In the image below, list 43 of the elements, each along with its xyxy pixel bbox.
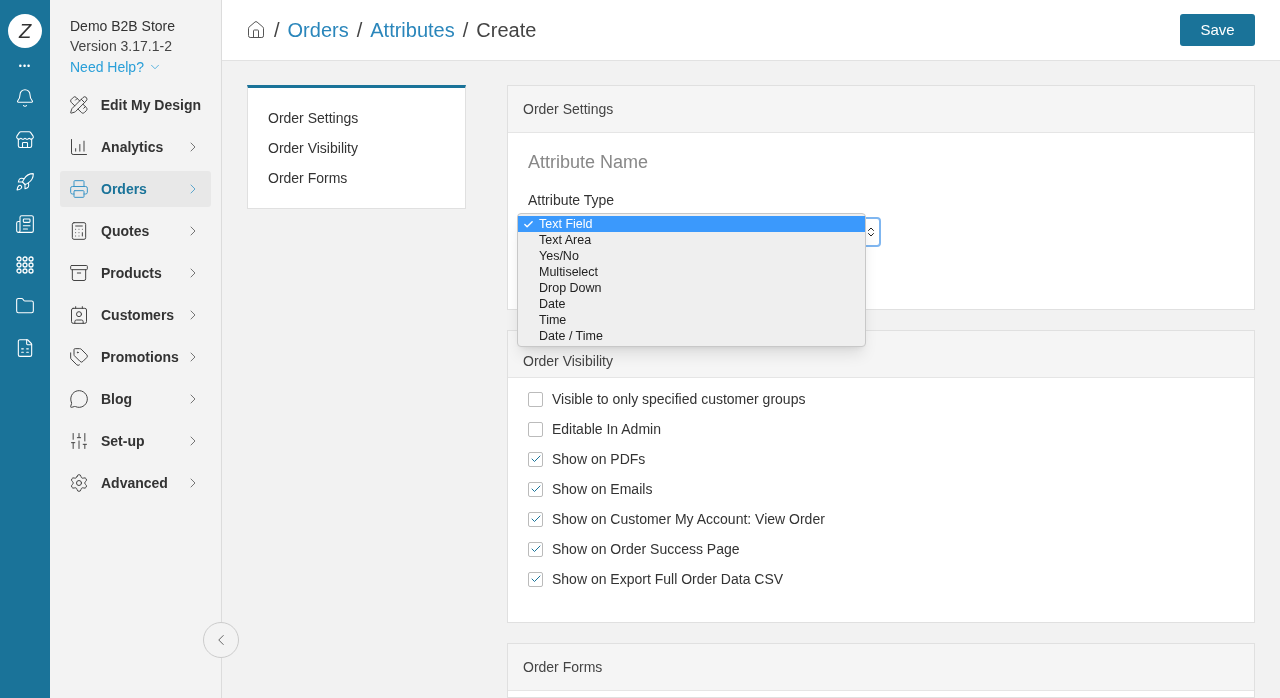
dropdown-option[interactable]: Text Area (518, 232, 865, 248)
save-button[interactable]: Save (1180, 14, 1255, 46)
breadcrumb-current: Create (476, 18, 537, 43)
sidebar-item[interactable]: Orders (60, 171, 211, 207)
dropdown-option[interactable]: Time (518, 312, 865, 328)
dropdown-option[interactable]: Drop Down (518, 280, 865, 296)
sidebar-item[interactable]: Customers (60, 297, 211, 333)
dropdown-option[interactable]: Multiselect (518, 264, 865, 280)
section-nav-link[interactable]: Order Settings (268, 108, 465, 128)
field-label: Attribute Type (528, 191, 616, 210)
section-nav-link[interactable]: Order Visibility (268, 138, 465, 158)
dropdown-option[interactable]: Yes/No (518, 248, 865, 264)
sidebar-item[interactable]: Edit My Design (60, 87, 211, 123)
card-title: Order Forms (523, 657, 603, 677)
checkbox-label: Show on Emails (552, 479, 653, 499)
checkbox-label: Show on Export Full Order Data CSV (552, 569, 784, 589)
checkbox-label: Show on Order Success Page (552, 539, 740, 559)
breadcrumb-separator: / (356, 18, 363, 43)
logo[interactable]: Z (8, 14, 42, 48)
checkbox-label: Visible to only specified customer groups (552, 389, 806, 409)
card-title: Order Visibility (523, 352, 613, 371)
card-title: Order Settings (523, 99, 614, 119)
sidebar-item[interactable]: Set-up (60, 423, 211, 459)
checkbox-label: Show on Customer My Account: View Order (552, 509, 825, 529)
dropdown-option[interactable]: Date (518, 296, 865, 312)
checkbox-label: Editable In Admin (552, 419, 661, 439)
section-nav-link[interactable]: Order Forms (268, 168, 465, 188)
more-button[interactable]: ••• (18, 60, 32, 74)
sidebar-item[interactable]: Quotes (60, 213, 211, 249)
attribute-name-field[interactable]: Attribute Name (528, 149, 888, 176)
sidebar-item[interactable]: Promotions (60, 339, 211, 375)
breadcrumb-link[interactable]: Orders (287, 15, 349, 45)
sidebar-item[interactable]: Advanced (60, 465, 211, 501)
sidebar-item[interactable]: Blog (60, 381, 211, 417)
checkbox-label: Show on PDFs (552, 449, 646, 469)
sidebar-item[interactable]: Products (60, 255, 211, 291)
breadcrumb-link[interactable]: Attributes (370, 15, 455, 45)
store-version: Version 3.17.1-2 (70, 37, 173, 56)
dropdown-option[interactable]: Date / Time (518, 328, 865, 344)
breadcrumb-separator: / (274, 18, 280, 43)
store-name: Demo B2B Store (70, 17, 177, 36)
sidebar-item[interactable]: Analytics (60, 129, 211, 165)
breadcrumb-separator: / (462, 18, 469, 43)
